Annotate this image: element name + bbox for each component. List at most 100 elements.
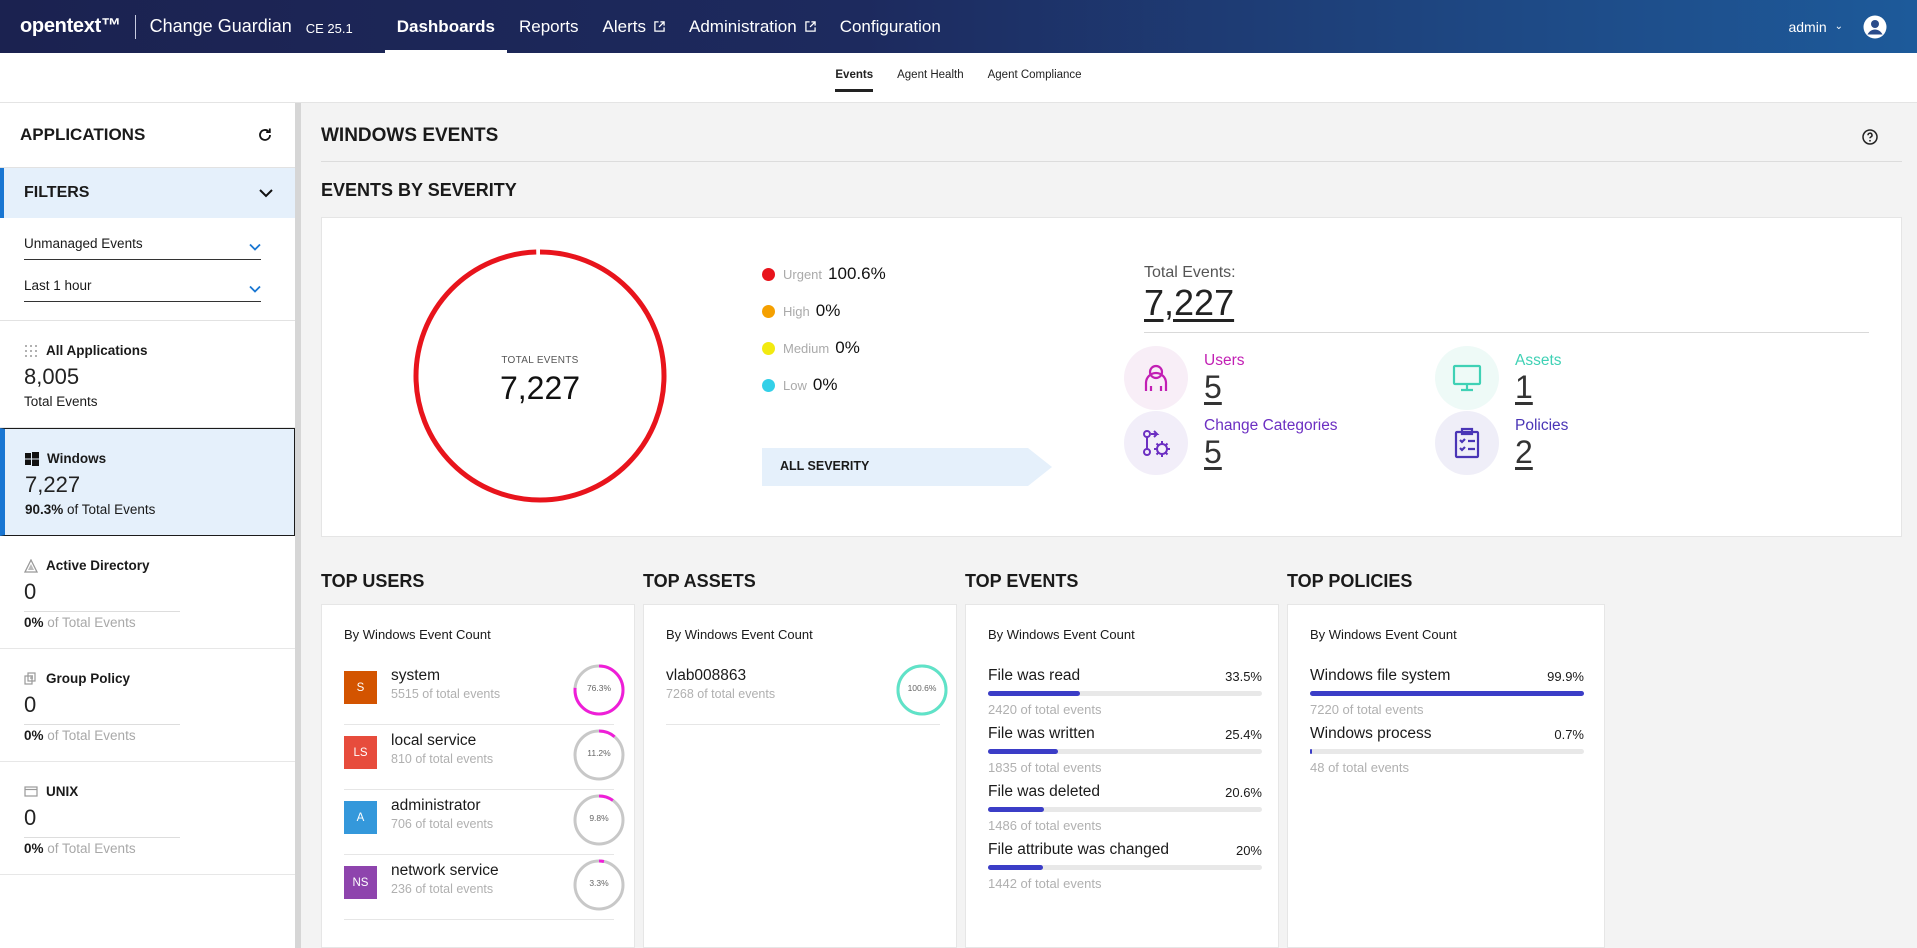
event-row[interactable]: File was read 33.5% 2420 of total events (988, 667, 1262, 717)
stat-change-categories[interactable]: Change Categories 5 (1124, 411, 1338, 475)
group-policy-icon (24, 671, 36, 685)
progress-track (988, 807, 1262, 812)
app-item-sub: Total Events (24, 394, 98, 409)
help-circle-icon[interactable] (1862, 129, 1878, 145)
event-row-sub: 1835 of total events (988, 760, 1102, 775)
policy-clipboard-icon (1454, 427, 1480, 459)
stat-value[interactable]: 2 (1515, 435, 1568, 469)
legend-urgent[interactable]: Urgent 100.6% (762, 264, 886, 284)
app-item-group-policy[interactable]: Group Policy 0 0% of Total Events (0, 649, 295, 762)
app-item-active-directory[interactable]: Active Directory 0 0% of Total Events (0, 536, 295, 649)
top-policies-title: TOP POLICIES (1287, 571, 1413, 591)
user-name: system (391, 667, 441, 684)
legend-high[interactable]: High 0% (762, 301, 840, 321)
panel-subtitle: By Windows Event Count (344, 627, 491, 642)
donut-value: 7,227 (499, 370, 581, 406)
nav-configuration-label: Configuration (839, 16, 941, 36)
title-divider (321, 161, 1902, 162)
stat-name: Users (1204, 352, 1245, 369)
app-item-count: 0 (24, 579, 37, 604)
filters-toggle[interactable]: FILTERS (0, 168, 295, 218)
event-row-sub: 1486 of total events (988, 818, 1102, 833)
progress-fill (988, 691, 1080, 696)
event-row-name: File attribute was changed (988, 841, 1169, 858)
legend-medium[interactable]: Medium 0% (762, 338, 860, 358)
percent-ring-label: 9.8% (589, 813, 609, 823)
users-icon (1144, 364, 1168, 391)
time-range-select[interactable]: Last 1 hour (24, 260, 261, 302)
legend-low[interactable]: Low 0% (762, 375, 837, 395)
event-row-sub: 1442 of total events (988, 876, 1102, 891)
donut-label: TOTAL EVENTS (501, 355, 579, 366)
applications-header: APPLICATIONS (0, 103, 295, 168)
event-type-value: Unmanaged Events (24, 236, 143, 251)
user-menu[interactable]: admin ⌄ (1788, 15, 1887, 39)
stat-value[interactable]: 5 (1204, 435, 1338, 469)
stat-text: Users 5 (1204, 346, 1244, 410)
total-events-label: Total Events: (1144, 264, 1236, 281)
app-item-sub: 90.3% of Total Events (25, 502, 274, 517)
app-item-name: Windows (47, 451, 107, 466)
nav-administration[interactable]: Administration (677, 0, 828, 53)
policy-row-pct: 99.9% (1547, 669, 1584, 684)
nav-alerts[interactable]: Alerts (591, 0, 677, 53)
user-avatar-icon[interactable] (1863, 15, 1887, 39)
stat-value[interactable]: 1 (1515, 370, 1562, 404)
main-content: WINDOWS EVENTS EVENTS BY SEVERITY TOTAL … (301, 103, 1917, 948)
nav-configuration[interactable]: Configuration (828, 0, 953, 53)
app-item-sub: 0% of Total Events (24, 724, 180, 743)
policy-row[interactable]: Windows file system 99.9% 7220 of total ev… (1310, 667, 1584, 717)
percent-ring-label: 11.2% (587, 748, 611, 758)
main-nav: Dashboards Reports Alerts Administration… (384, 0, 953, 53)
app-item-count: 0 (24, 805, 37, 830)
app-item-header: UNIX (24, 784, 275, 799)
user-row[interactable]: NS network service 236 of total events 3.3% (344, 840, 625, 920)
event-row[interactable]: File attribute was changed 20% 1442 of tot… (988, 841, 1262, 891)
stat-users[interactable]: Users 5 (1124, 346, 1244, 410)
external-link-icon (804, 21, 816, 32)
app-item-windows[interactable]: Windows 7,227 90.3% of Total Events (0, 428, 295, 536)
progress-fill (988, 749, 1058, 754)
user-avatar-badge: NS (344, 866, 377, 899)
app-item-all-applications[interactable]: All Applications 8,005 Total Events (0, 321, 295, 428)
event-row-name: File was deleted (988, 783, 1101, 800)
event-row[interactable]: File was deleted 20.6% 1486 of total event… (988, 783, 1262, 833)
policy-row[interactable]: Windows process 0.7% 48 of total events (1310, 725, 1584, 775)
user-sub: 5515 of total events (391, 687, 501, 701)
event-type-select[interactable]: Unmanaged Events (24, 218, 261, 260)
top-policies-panel: By Windows Event Count Windows file syst… (1287, 604, 1605, 948)
event-row[interactable]: File was written 25.4% 1835 of total event… (988, 725, 1262, 775)
user-avatar-badge: S (344, 671, 377, 704)
nav-alerts-label: Alerts (602, 16, 646, 36)
user-avatar-badge: A (344, 801, 377, 834)
asset-row[interactable]: vlab008863 7268 of total events 100.6% (666, 645, 948, 725)
change-categories-icon (1143, 430, 1170, 457)
nav-dashboards[interactable]: Dashboards (384, 0, 508, 53)
app-item-name: Active Directory (46, 558, 150, 573)
event-row-pct: 20.6% (1225, 785, 1262, 800)
stat-assets[interactable]: Assets 1 (1435, 346, 1562, 410)
top-users-title: TOP USERS (321, 571, 425, 591)
top-events-title: TOP EVENTS (965, 571, 1079, 591)
user-sub: 810 of total events (391, 752, 494, 766)
tab-agent-compliance[interactable]: Agent Compliance (988, 69, 1082, 89)
brand-logo[interactable]: opentext™ (20, 15, 121, 38)
stat-text: Policies 2 (1515, 411, 1568, 475)
app-item-pct: 0% (24, 841, 44, 856)
stat-policies[interactable]: Policies 2 (1435, 411, 1568, 475)
high-dot-icon (762, 304, 775, 318)
stat-value[interactable]: 5 (1204, 370, 1244, 404)
tab-agent-health[interactable]: Agent Health (897, 69, 964, 89)
refresh-icon[interactable] (257, 127, 273, 143)
percent-ring-label: 100.6% (907, 683, 937, 693)
tab-events[interactable]: Events (835, 69, 874, 92)
app-item-unix[interactable]: UNIX 0 0% of Total Events (0, 762, 295, 875)
user-sub: 236 of total events (391, 882, 494, 896)
total-events-link[interactable]: 7,227 (1144, 282, 1234, 324)
event-row-pct: 20% (1235, 843, 1262, 858)
app-item-pct: 90.3% (25, 502, 64, 517)
event-row-pct: 25.4% (1225, 727, 1262, 742)
chevron-down-icon[interactable]: ⌄ (1835, 21, 1843, 32)
nav-reports[interactable]: Reports (507, 0, 591, 53)
user-name[interactable]: admin (1788, 19, 1826, 35)
